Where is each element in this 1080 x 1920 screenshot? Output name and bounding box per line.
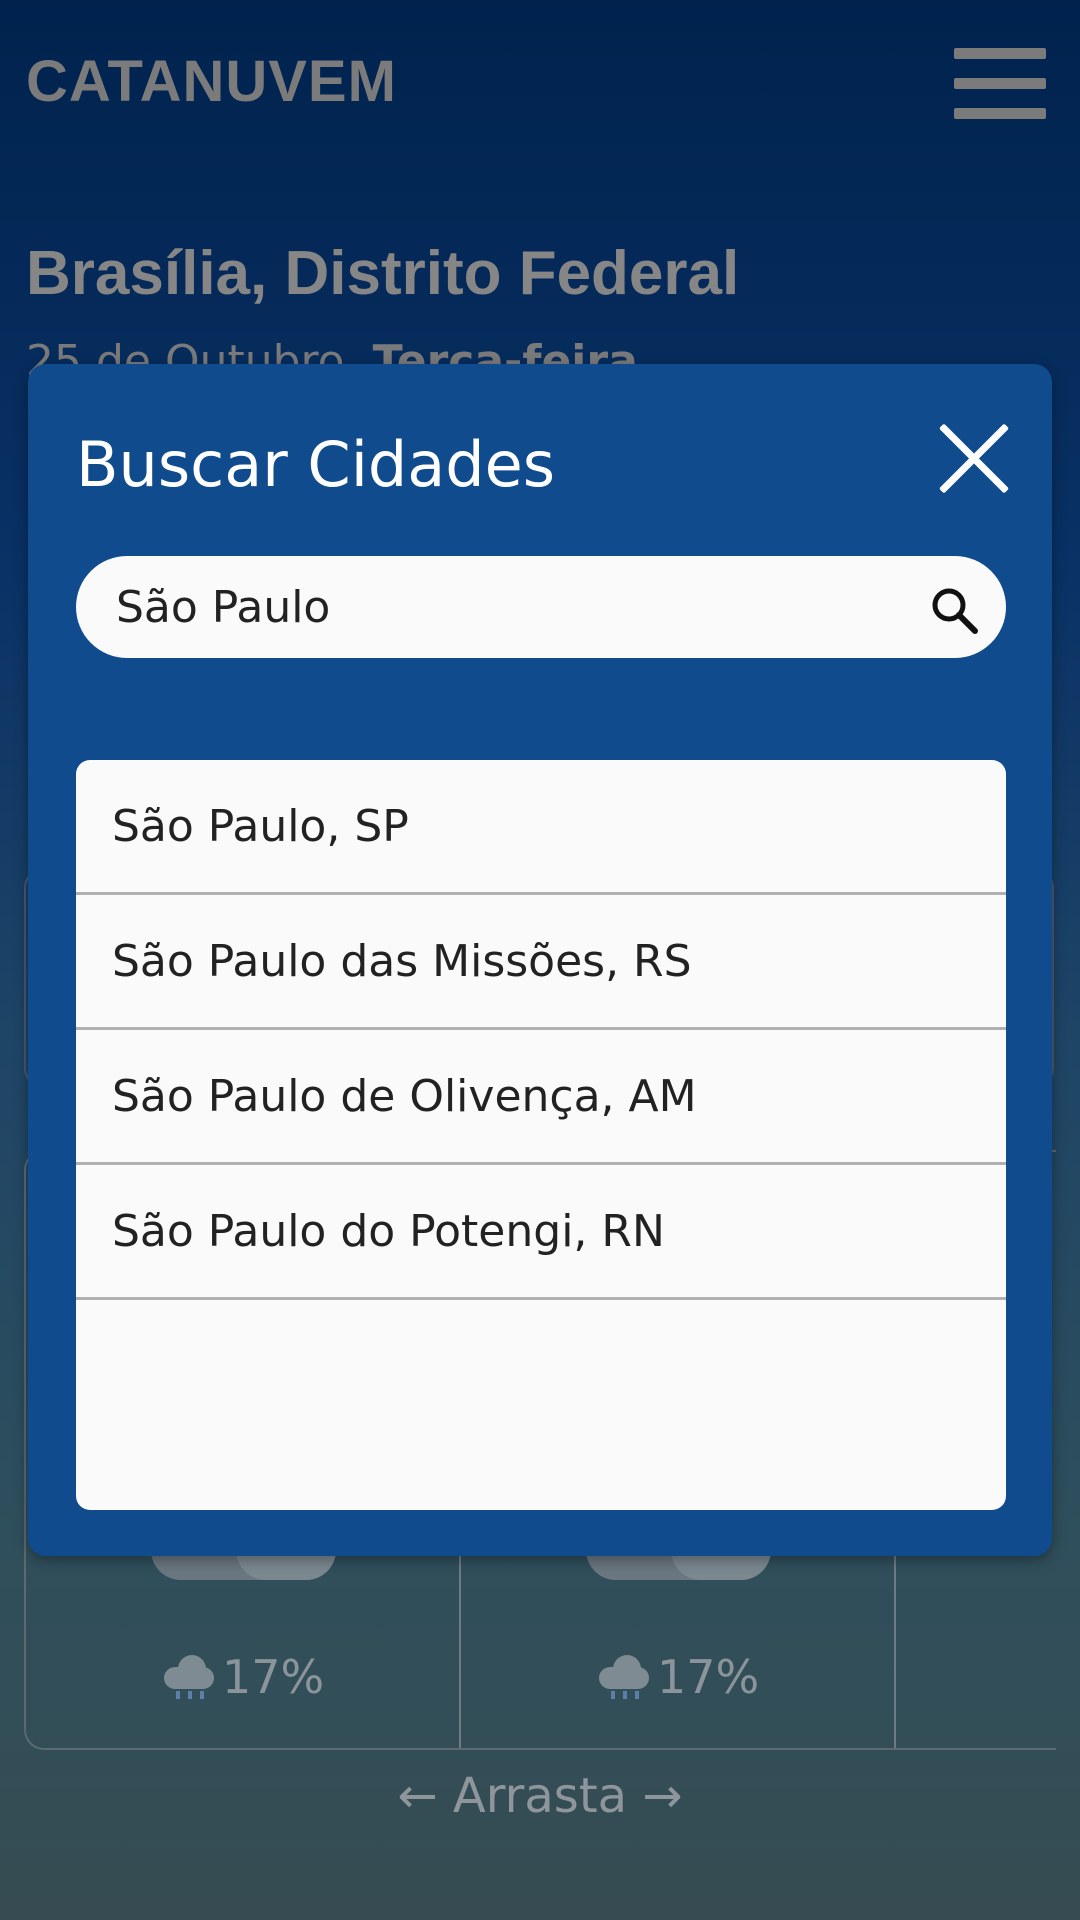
search-icon[interactable]: [928, 584, 982, 638]
rain-cloud-icon: [599, 1655, 649, 1699]
close-icon[interactable]: [934, 420, 1014, 500]
search-bar: [76, 556, 1006, 658]
modal-title: Buscar Cidades: [76, 428, 556, 501]
rain-chance: 17%: [222, 1650, 325, 1704]
result-item[interactable]: São Paulo, SP: [76, 760, 1006, 895]
hamburger-menu-icon[interactable]: [954, 48, 1046, 120]
search-results-list: São Paulo, SP São Paulo das Missões, RS …: [76, 760, 1006, 1510]
location-title: Brasília, Distrito Federal: [26, 239, 740, 308]
search-input[interactable]: [116, 556, 876, 658]
result-item[interactable]: São Paulo de Olivença, AM: [76, 1030, 1006, 1165]
result-item[interactable]: São Paulo do Potengi, RN: [76, 1165, 1006, 1300]
rain-chance: 17%: [657, 1650, 760, 1704]
drag-hint: ← Arrasta →: [397, 1768, 683, 1824]
rain-cloud-icon: [164, 1655, 214, 1699]
search-cities-modal: Buscar Cidades São Paulo, SP São Paulo d…: [28, 364, 1052, 1556]
app-brand: CATANUVEM: [26, 49, 397, 114]
result-item[interactable]: São Paulo das Missões, RS: [76, 895, 1006, 1030]
